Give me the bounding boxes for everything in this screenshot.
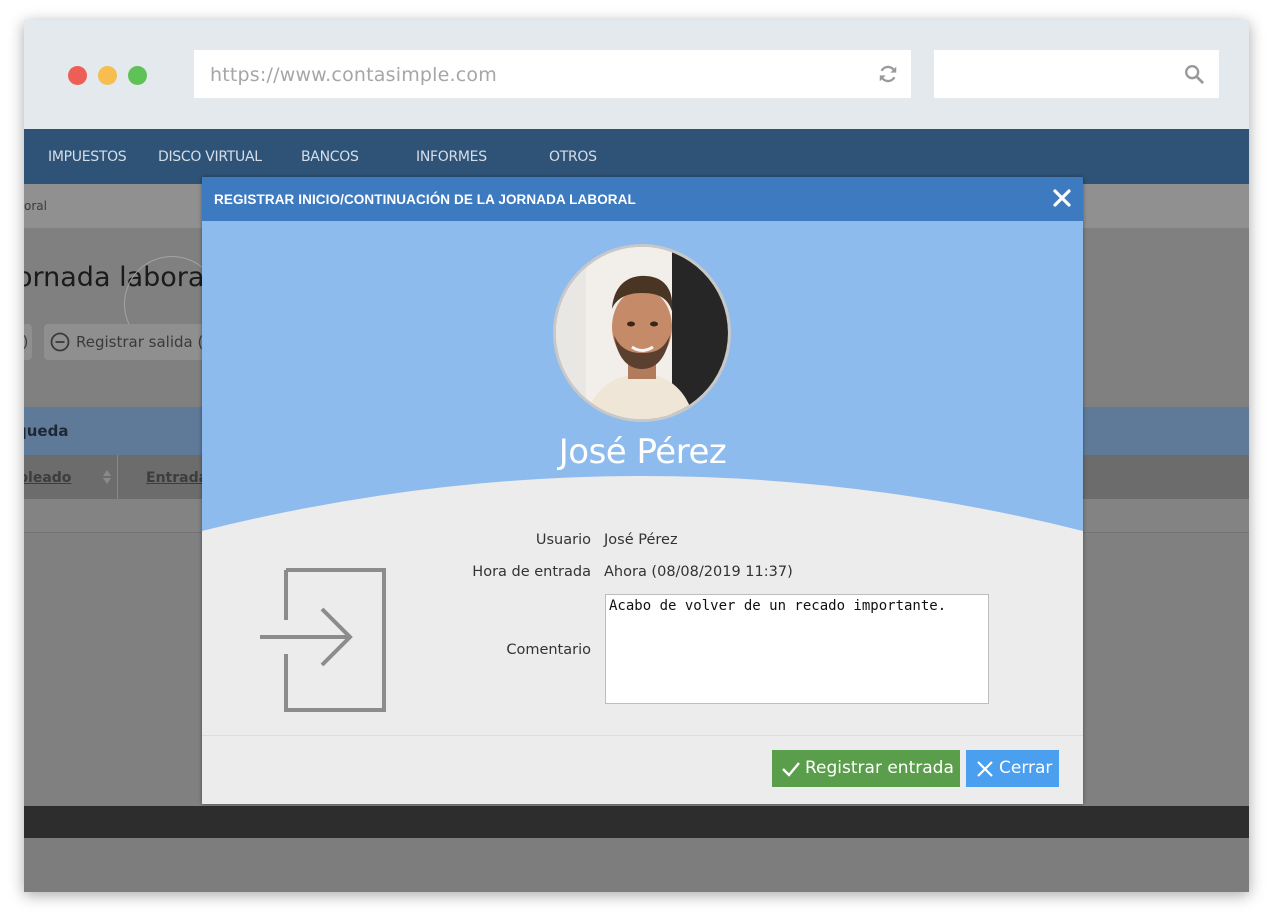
close-icon (977, 761, 993, 777)
nav-item-otros[interactable]: OTROS (549, 149, 597, 165)
person-name: José Pérez (558, 432, 727, 472)
dialog-header: REGISTRAR INICIO/CONTINUACIÓN DE LA JORN… (202, 177, 1083, 221)
browser-search-box[interactable] (934, 50, 1219, 98)
search-panel-title: queda (24, 422, 69, 440)
sort-icon[interactable] (102, 469, 112, 485)
usuario-label: Usuario (535, 532, 591, 548)
reload-icon[interactable] (877, 63, 899, 85)
register-entry-button[interactable]: Registrar entrada (772, 750, 960, 787)
address-url: https://www.contasimple.com (210, 64, 497, 86)
nav-item-bancos[interactable]: BANCOS (301, 149, 359, 165)
hora-entrada-label: Hora de entrada (472, 564, 591, 580)
footer-bar (24, 806, 1249, 838)
hora-entrada-value: Ahora (08/08/2019 11:37) (604, 564, 793, 580)
minus-circle-icon (50, 332, 70, 352)
dialog-title: REGISTRAR INICIO/CONTINUACIÓN DE LA JORN… (214, 192, 636, 207)
browser-chrome: https://www.contasimple.com (24, 20, 1249, 129)
main-nav: IMPUESTOS DISCO VIRTUAL BANCOS INFORMES … (24, 129, 1249, 184)
window-maximize-dot[interactable] (128, 66, 147, 85)
window-close-dot[interactable] (68, 66, 87, 85)
column-divider (117, 455, 118, 499)
usuario-value: José Pérez (604, 532, 678, 548)
close-label: Cerrar (999, 758, 1053, 778)
close-icon[interactable] (1052, 188, 1072, 208)
address-bar[interactable]: https://www.contasimple.com (194, 50, 911, 98)
register-entry-dialog: REGISTRAR INICIO/CONTINUACIÓN DE LA JORN… (202, 177, 1083, 804)
register-exit-button[interactable]: Registrar salida (F (44, 324, 224, 360)
column-entry[interactable]: Entrada (146, 470, 208, 486)
sign-in-icon (260, 568, 386, 712)
nav-item-disco-virtual[interactable]: DISCO VIRTUAL (158, 149, 262, 165)
column-employee[interactable]: pleado (24, 470, 71, 486)
page-bottom (24, 838, 1249, 892)
register-entry-button[interactable]: ) (24, 324, 32, 360)
comentario-label: Comentario (506, 642, 591, 658)
avatar-photo (556, 247, 728, 419)
nav-item-informes[interactable]: INFORMES (416, 149, 487, 165)
dialog-footer-divider (202, 735, 1083, 736)
window-minimize-dot[interactable] (98, 66, 117, 85)
nav-item-impuestos[interactable]: IMPUESTOS (48, 149, 127, 165)
button-label: ) (24, 333, 28, 350)
button-label: Registrar salida (F (76, 333, 212, 351)
comment-textarea[interactable]: Acabo de volver de un recado importante. (605, 594, 989, 704)
search-icon[interactable] (1183, 63, 1205, 85)
avatar (556, 247, 728, 419)
check-icon (782, 762, 800, 777)
breadcrumb[interactable]: oral (24, 199, 47, 213)
close-button[interactable]: Cerrar (966, 750, 1059, 787)
register-entry-label: Registrar entrada (805, 758, 954, 778)
